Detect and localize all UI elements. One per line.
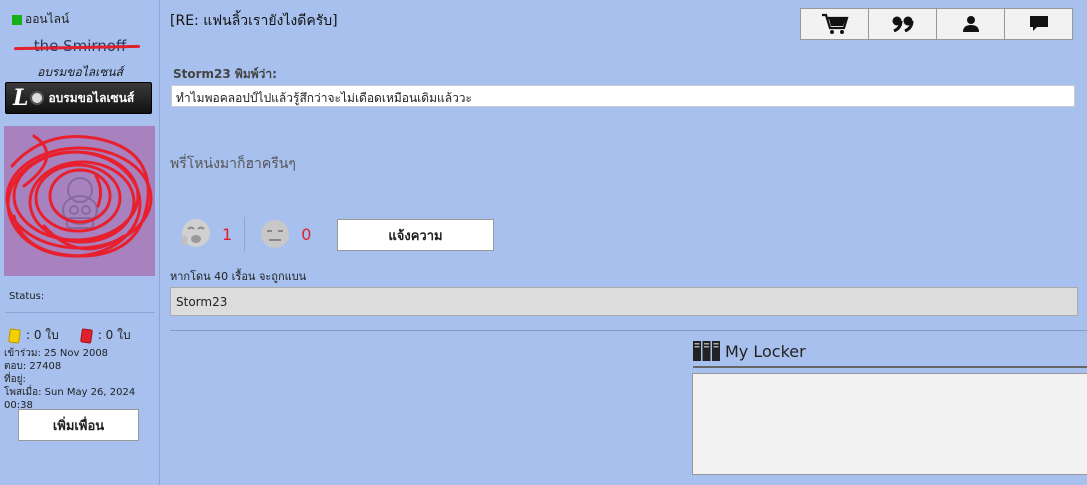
online-status: ออนไลน์	[12, 10, 69, 29]
quote-box: ทำไมพอคลอปป์ไปแล้วรู้สึกว่าจะไม่เดือดเหม…	[171, 85, 1075, 107]
red-card-icon	[79, 327, 93, 344]
warning-cards: : 0 ใบ : 0 ใบ	[8, 326, 131, 345]
user-icon	[962, 16, 979, 32]
quote-author: Storm23 พิมพ์ว่า:	[173, 67, 277, 81]
profile-button[interactable]	[936, 8, 1005, 40]
dislike-icon[interactable]	[257, 216, 293, 252]
locker-title: My Locker	[725, 341, 806, 361]
online-indicator-icon	[12, 14, 22, 25]
username-link[interactable]: the Smirnoff	[0, 37, 160, 55]
reply-count: ตอบ: 27408	[4, 361, 62, 372]
online-label: ออนไลน์	[25, 12, 70, 26]
quote-icon	[892, 16, 913, 32]
message-button[interactable]	[1004, 8, 1073, 40]
location: ที่อยู่:	[4, 374, 26, 385]
rank-badge: L อบรมขอไลเซนส์	[5, 82, 152, 114]
rank-logo: L	[13, 85, 29, 111]
quote-button[interactable]	[868, 8, 937, 40]
user-stats: เข้าร่วม: 25 Nov 2008 ตอบ: 27408 ที่อยู่…	[4, 347, 159, 412]
user-sidebar: ออนไลน์ the Smirnoff อบรมขอไลเซนส์ L อบร…	[0, 0, 160, 485]
signature-text: Storm23	[176, 295, 228, 309]
message-icon	[1029, 16, 1048, 31]
locker-header: My Locker	[693, 341, 806, 361]
post-message: พรี่โหน่งมาก็ฮาครีนๆ	[170, 156, 296, 172]
status-label: Status:	[9, 291, 45, 302]
add-friend-button[interactable]: เพิ่มเพื่อน	[18, 409, 139, 441]
ban-note: หากโดน 40 เรื้อน จะถูกแบน	[170, 270, 307, 283]
post-divider	[170, 330, 1087, 331]
locker-panel	[692, 373, 1087, 475]
like-icon[interactable]	[178, 216, 214, 252]
avatar[interactable]	[4, 126, 155, 276]
post-toolbar	[800, 8, 1073, 40]
rank-title: อบรมขอไลเซนส์	[37, 65, 123, 79]
post-title: [RE: แฟนลิ้วเรายังไงดีครับ]	[170, 13, 338, 29]
quote-text: ทำไมพอคลอปป์ไปแล้วรู้สึกว่าจะไม่เดือดเหม…	[176, 91, 472, 105]
sidebar-divider	[5, 312, 155, 313]
like-count: 1	[222, 224, 233, 244]
reactions: 1 0	[178, 216, 311, 252]
report-button[interactable]: แจ้งความ	[337, 219, 494, 251]
yellow-card-icon	[8, 327, 21, 344]
locker-underline	[693, 366, 1087, 368]
cart-button[interactable]	[800, 8, 869, 40]
yellow-card-count: : 0 ใบ	[26, 328, 59, 342]
disc-icon	[30, 91, 45, 105]
rank-badge-label: อบรมขอไลเซนส์	[48, 90, 135, 105]
avatar-image	[4, 126, 155, 276]
dislike-count: 0	[301, 224, 312, 244]
signature-box: Storm23	[170, 287, 1078, 316]
locker-icon	[693, 341, 720, 361]
join-date: เข้าร่วม: 25 Nov 2008	[4, 348, 109, 359]
cart-icon	[821, 13, 848, 34]
red-card-count: : 0 ใบ	[97, 328, 131, 342]
reaction-divider	[244, 217, 246, 251]
